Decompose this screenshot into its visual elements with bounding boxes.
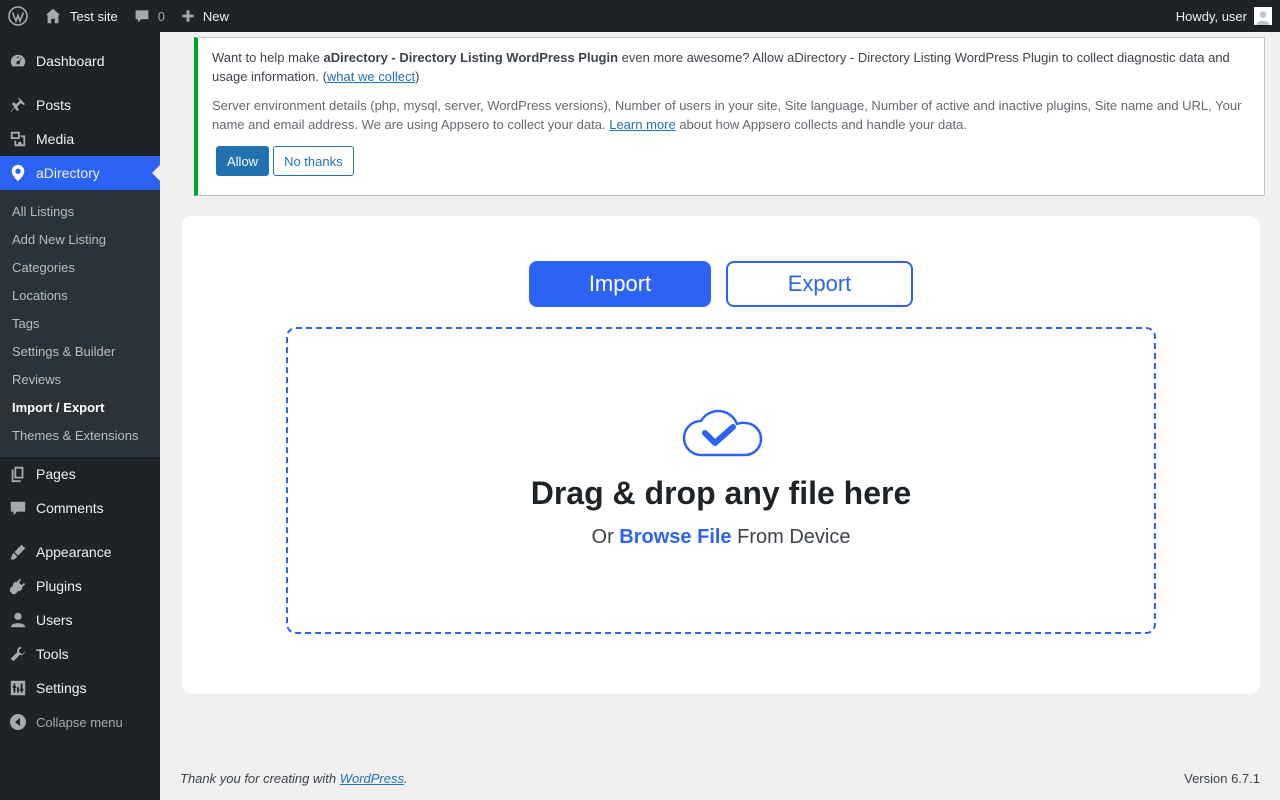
sidebar-item-label: Settings — [36, 680, 87, 696]
sidebar-item-users[interactable]: Users — [0, 603, 160, 637]
sidebar-item-appearance[interactable]: Appearance — [0, 535, 160, 569]
submenu-item-reviews[interactable]: Reviews — [0, 365, 160, 393]
dropzone-or-text: Or — [591, 526, 620, 548]
submenu-item-tags[interactable]: Tags — [0, 309, 160, 337]
sidebar-item-plugins[interactable]: Plugins — [0, 569, 160, 603]
sidebar-item-label: Media — [36, 131, 75, 147]
notice-text: Want to help make — [212, 50, 324, 65]
footer-thanks-text: Thank you for creating with — [180, 771, 340, 786]
home-icon — [45, 8, 61, 24]
submenu-item-settings-builder[interactable]: Settings & Builder — [0, 337, 160, 365]
import-export-card: Import Export Drag & drop any file here … — [182, 216, 1260, 694]
wordpress-link[interactable]: WordPress — [340, 771, 404, 786]
sidebar-item-label: Pages — [36, 466, 76, 482]
sidebar-item-pages[interactable]: Pages — [0, 457, 160, 491]
file-dropzone[interactable]: Drag & drop any file here Or Browse File… — [286, 327, 1156, 634]
pin-icon — [8, 95, 28, 115]
admin-sidebar: Dashboard Posts Media aDirectory All Lis… — [0, 32, 160, 800]
comment-icon — [8, 498, 28, 518]
collapse-menu-button[interactable]: Collapse menu — [0, 705, 160, 739]
plugin-icon — [8, 576, 28, 596]
howdy-label: Howdy, user — [1175, 8, 1247, 24]
user-icon — [8, 610, 28, 630]
dropzone-title: Drag & drop any file here — [530, 475, 912, 511]
new-label: New — [202, 8, 229, 24]
appsero-opt-in-notice: Want to help make aDirectory - Directory… — [194, 37, 1265, 196]
submenu-item-locations[interactable]: Locations — [0, 281, 160, 309]
pages-icon — [8, 464, 28, 484]
notice-actions: Allow No thanks — [212, 146, 1250, 176]
comment-bubble-icon — [135, 10, 149, 23]
sidebar-item-label: Appearance — [36, 544, 112, 560]
new-content-link[interactable]: New — [173, 0, 237, 32]
my-account-menu[interactable]: Howdy, user — [1168, 0, 1280, 32]
sidebar-item-comments[interactable]: Comments — [0, 491, 160, 525]
dashboard-icon — [8, 51, 28, 71]
sidebar-item-label: Comments — [36, 500, 104, 516]
submenu-item-all-listings[interactable]: All Listings — [0, 197, 160, 225]
footer-period: . — [404, 771, 408, 786]
sidebar-item-adirectory[interactable]: aDirectory — [0, 156, 160, 190]
sidebar-item-label: Plugins — [36, 578, 82, 594]
notice-text: ) — [415, 69, 420, 84]
cloud-check-icon — [682, 409, 763, 457]
sidebar-item-label: Dashboard — [36, 53, 105, 69]
notice-paragraph-1: Want to help make aDirectory - Directory… — [212, 48, 1250, 86]
notice-text: about how Appsero collects and handle yo… — [675, 117, 967, 132]
tab-import[interactable]: Import — [529, 261, 711, 307]
sidebar-item-dashboard[interactable]: Dashboard — [0, 44, 160, 78]
sidebar-item-label: aDirectory — [36, 165, 100, 181]
comments-link[interactable]: 0 — [126, 0, 173, 32]
location-pin-icon — [8, 163, 28, 183]
comments-count: 0 — [157, 8, 165, 24]
wrench-icon — [8, 644, 28, 664]
site-name-link[interactable]: Test site — [36, 0, 126, 32]
learn-more-link[interactable]: Learn more — [609, 117, 675, 132]
sidebar-item-label: Tools — [36, 646, 69, 662]
submenu-item-import-export[interactable]: Import / Export — [0, 393, 160, 421]
media-icon — [8, 129, 28, 149]
sidebar-item-tools[interactable]: Tools — [0, 637, 160, 671]
plus-icon — [182, 10, 194, 22]
sidebar-item-settings[interactable]: Settings — [0, 671, 160, 705]
tab-export[interactable]: Export — [726, 261, 913, 307]
paintbrush-icon — [8, 542, 28, 562]
no-thanks-button[interactable]: No thanks — [273, 146, 354, 176]
collapse-menu-label: Collapse menu — [36, 714, 123, 730]
submenu-item-add-new-listing[interactable]: Add New Listing — [0, 225, 160, 253]
dropzone-subtitle: Or Browse File From Device — [288, 526, 1154, 549]
footer-version: Version 6.7.1 — [1184, 771, 1260, 786]
sidebar-item-posts[interactable]: Posts — [0, 88, 160, 122]
sidebar-item-media[interactable]: Media — [0, 122, 160, 156]
browse-file-link[interactable]: Browse File — [619, 526, 731, 548]
collapse-arrow-icon — [10, 714, 26, 730]
wordpress-logo-icon — [8, 6, 28, 26]
settings-sliders-icon — [8, 678, 28, 698]
submenu-item-categories[interactable]: Categories — [0, 253, 160, 281]
sidebar-item-label: Users — [36, 612, 73, 628]
allow-button[interactable]: Allow — [216, 146, 270, 176]
submenu-item-themes-extensions[interactable]: Themes & Extensions — [0, 421, 160, 449]
footer-thanks: Thank you for creating with WordPress. — [180, 771, 408, 786]
dropzone-from-text: From Device — [731, 526, 851, 548]
avatar — [1254, 7, 1272, 25]
site-name-label: Test site — [70, 8, 118, 24]
adirectory-submenu: All Listings Add New Listing Categories … — [0, 190, 160, 457]
what-we-collect-link[interactable]: what we collect — [327, 69, 415, 84]
admin-bar: Test site 0 New Howdy, user — [0, 0, 1280, 32]
avatar-person-icon — [1256, 11, 1270, 25]
wordpress-logo-menu[interactable] — [0, 0, 36, 32]
sidebar-item-label: Posts — [36, 97, 72, 113]
notice-paragraph-2: Server environment details (php, mysql, … — [212, 96, 1250, 134]
notice-plugin-name: aDirectory - Directory Listing WordPress… — [323, 50, 619, 65]
